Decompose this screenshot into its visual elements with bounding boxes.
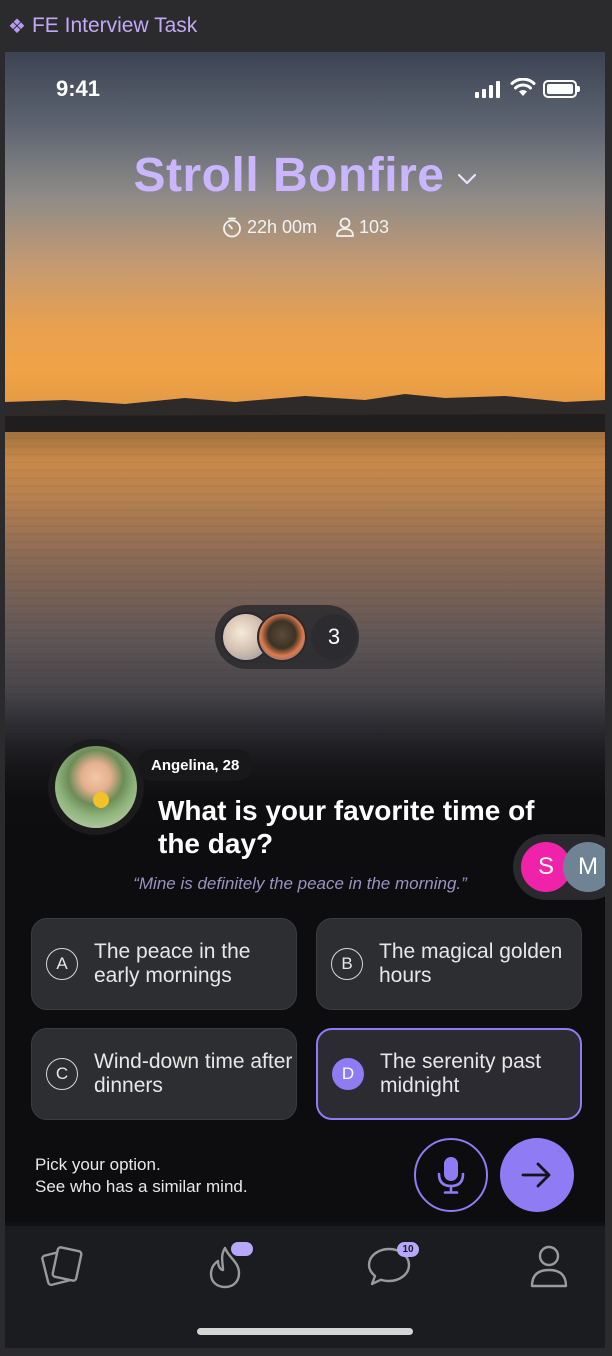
page-title[interactable]: Stroll Bonfire [133,148,444,203]
clock: 9:41 [56,76,101,101]
hills-silhouette [5,394,605,434]
tab-profile[interactable] [523,1240,575,1292]
session-meta: 22h 00m 103 [5,216,605,238]
tab-cards[interactable] [37,1240,89,1292]
option-b[interactable]: B The magical golden hours [316,918,582,1010]
status-bar: 9:41 [5,52,605,122]
timer-value: 22h 00m [246,216,317,237]
quote-text: “Mine is definitely the peace in the mor… [133,874,467,893]
option-d[interactable]: D The serenity past midnight [316,1028,582,1120]
profile-icon [530,1245,568,1288]
option-a[interactable]: A The peace in the early mornings [31,918,297,1010]
submit-button[interactable] [500,1138,574,1212]
option-text: Wind-down time after dinners [94,1050,293,1097]
frame-title: FE Interview Task [31,14,198,37]
phone-screen: 9:41 Stroll Bonfire 22h 00m 103 3 Angeli… [5,52,605,1348]
cards-icon [41,1246,83,1287]
option-letter: A [46,948,78,980]
home-indicator[interactable] [197,1328,413,1335]
option-text: The magical golden hours [379,940,563,987]
timer: 22h 00m [221,216,317,238]
participants-pill[interactable]: 3 [215,605,359,669]
record-voice-button[interactable] [414,1138,488,1212]
signal-icon [475,80,503,98]
participant-count: 103 [335,216,389,238]
option-letter: B [331,948,363,980]
matched-users-pill[interactable]: S M [513,834,605,900]
mic-icon [437,1157,465,1194]
question-text: What is your favorite time of the day? [158,795,535,859]
participant-pill-count: 3 [311,614,357,660]
tab-bonfire[interactable] [201,1240,253,1292]
tab-bar: 10 [5,1226,605,1348]
user-avatar-m: M [563,842,605,892]
stopwatch-icon [223,217,241,238]
frame-label: ❖ FE Interview Task [0,0,612,52]
arrow-right-icon [521,1162,551,1188]
participant-count-value: 103 [359,216,390,237]
option-letter: C [46,1058,78,1090]
messages-badge: 10 [397,1242,419,1257]
option-letter: D [332,1058,364,1090]
helper-text: Pick your option. See who has a similar … [35,1154,248,1198]
new-activity-badge [231,1242,253,1256]
author-avatar[interactable] [48,739,144,835]
tab-messages[interactable]: 10 [363,1240,419,1292]
helper-line-2: See who has a similar mind. [35,1177,248,1196]
person-icon [336,217,354,237]
author-name-tag: Angelina, 28 [137,749,254,781]
avatar [257,612,307,662]
header[interactable]: Stroll Bonfire [5,148,605,203]
battery-icon [543,80,580,98]
option-text: The peace in the early mornings [94,940,251,987]
option-text: The serenity past midnight [380,1050,542,1097]
option-c[interactable]: C Wind-down time after dinners [31,1028,297,1120]
wifi-icon [510,78,536,96]
chevron-down-icon[interactable] [457,173,477,185]
helper-line-1: Pick your option. [35,1155,161,1174]
component-icon: ❖ [8,15,26,38]
